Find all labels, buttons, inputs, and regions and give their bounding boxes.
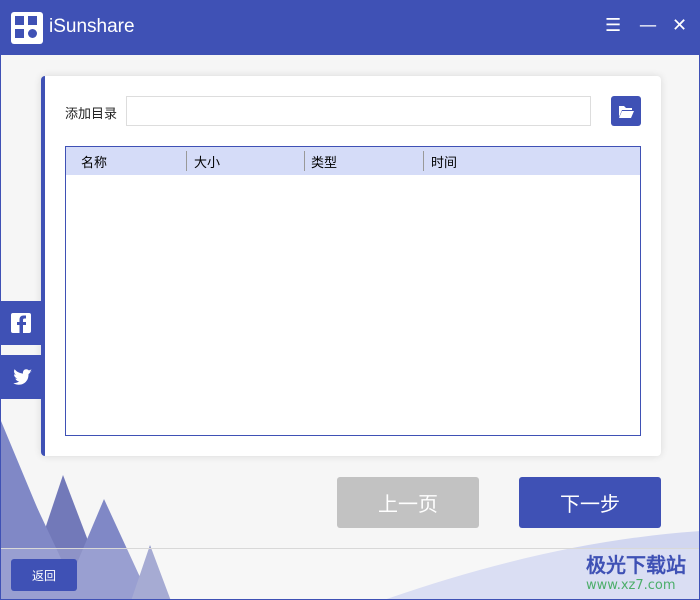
- close-button[interactable]: ✕: [672, 15, 687, 36]
- app-logo-icon: [11, 12, 43, 44]
- directory-card: 添加目录 名称 大小 类型 时间: [41, 76, 661, 456]
- column-time[interactable]: 时间: [431, 152, 457, 171]
- column-size[interactable]: 大小: [194, 152, 220, 171]
- menu-icon[interactable]: ☰: [605, 15, 621, 36]
- facebook-icon: [11, 313, 31, 333]
- next-step-button[interactable]: 下一步: [519, 477, 661, 528]
- watermark-url: www.xz7.com: [586, 578, 676, 593]
- facebook-button[interactable]: [1, 301, 41, 345]
- file-table[interactable]: 名称 大小 类型 时间: [65, 146, 641, 436]
- app-window: iSunshare ☰ — ✕ 添加目录 名称 大小 类型 时间 上一页 下一步…: [0, 0, 700, 600]
- back-button[interactable]: 返回: [11, 559, 77, 591]
- twitter-button[interactable]: [1, 355, 41, 399]
- table-header: 名称 大小 类型 时间: [66, 147, 640, 175]
- directory-input[interactable]: [126, 96, 591, 126]
- minimize-button[interactable]: —: [639, 15, 657, 36]
- watermark-logo: 极光下载站: [586, 553, 686, 577]
- column-name[interactable]: 名称: [81, 152, 107, 171]
- add-dir-label: 添加目录: [65, 107, 118, 122]
- folder-open-icon: [619, 106, 634, 118]
- title-bar: iSunshare ☰ — ✕: [1, 1, 699, 55]
- twitter-icon: [13, 369, 32, 385]
- column-type[interactable]: 类型: [311, 152, 337, 171]
- browse-folder-button[interactable]: [611, 96, 641, 126]
- app-title: iSunshare: [49, 16, 135, 37]
- prev-page-button[interactable]: 上一页: [337, 477, 479, 528]
